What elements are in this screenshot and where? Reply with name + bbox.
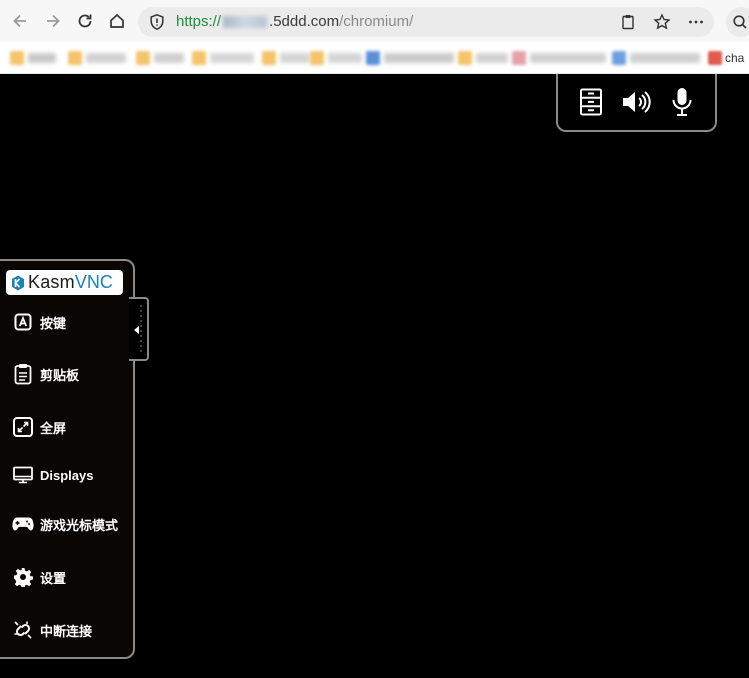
menu-item-label: 中断连接 [40,623,93,639]
folder-icon [310,51,324,65]
bookmark-label-blur [328,53,362,63]
bookmark-star-button[interactable] [652,12,672,32]
menu-item-label: 剪贴板 [40,367,80,383]
folder-icon [262,51,276,65]
star-icon [653,13,671,30]
home-button[interactable] [106,10,128,32]
fullscreen-icon [12,416,34,438]
kasm-control-sidebar: Kasm VNC 按键 剪贴板 全屏 Displays 游戏光标模式 设置 中断… [0,259,135,659]
menu-item-displays[interactable]: Displays [12,464,93,486]
bookmark-item[interactable] [458,51,508,65]
microphone-icon [672,88,692,116]
bookmark-label-blur [86,53,126,63]
clipboard-page-icon [622,15,634,30]
file-cabinet-icon [579,88,602,116]
forward-arrow-icon [47,14,60,28]
clipboard-icon [12,363,34,385]
url-scheme: https:// [176,13,222,30]
reader-clipboard-button[interactable] [618,12,638,32]
grip-dots [140,305,142,355]
kasm-logo-icon [12,275,24,290]
menu-item-label: 按键 [40,315,67,331]
collapse-arrow-icon [134,326,139,334]
address-bar-actions [618,12,706,32]
menu-item-disconnect[interactable]: 中断连接 [12,619,92,641]
site-favicon-icon [366,51,380,65]
url-path: /chromium/ [339,13,414,30]
forward-button[interactable] [42,10,64,32]
bookmark-item[interactable]: cha [708,51,744,65]
bookmark-label-blur [210,53,254,63]
bookmark-item[interactable] [612,51,700,65]
more-dots-icon [689,20,703,24]
site-favicon-icon [612,51,626,65]
search-icon [733,15,747,29]
speaker-icon [623,91,652,113]
logo-text-vnc: VNC [74,272,113,292]
site-favicon-icon [512,51,526,65]
more-menu-button[interactable] [686,12,706,32]
bookmark-item[interactable] [10,51,56,65]
menu-item-label: 游戏光标模式 [40,517,119,533]
monitor-icon [12,464,34,486]
kasm-top-control-panel [556,74,717,132]
bookmark-label-blur [384,53,454,63]
bookmark-label-blur [280,53,310,63]
microphone-toggle-button[interactable] [666,86,698,118]
menu-item-label: Displays [40,467,94,483]
menu-item-label: 设置 [40,570,67,586]
bookmarks-bar: cha [0,42,749,74]
keyboard-a-icon [12,311,34,333]
site-info-shield-icon[interactable] [148,13,166,31]
url-host: .5ddd.com [269,13,340,30]
folder-icon [192,51,206,65]
bookmark-item[interactable] [68,51,126,65]
menu-item-clipboard[interactable]: 剪贴板 [12,363,79,385]
home-icon [110,13,124,28]
bookmark-label-blur [630,53,700,63]
audio-toggle-button[interactable] [620,86,652,118]
bookmark-item[interactable] [512,51,606,65]
folder-icon [136,51,150,65]
bookmark-item[interactable] [310,51,362,65]
folder-icon [68,51,82,65]
bookmark-item[interactable] [136,51,184,65]
bookmark-label-blur [476,53,508,63]
site-favicon-icon [708,51,722,65]
logo-text-kasm: Kasm [28,272,75,292]
bookmark-label-blur [154,53,184,63]
url-text[interactable]: https:// .5ddd.com/chromium/ [176,13,413,30]
gamepad-icon [12,513,34,535]
back-button[interactable] [9,10,31,32]
sidebar-collapse-handle[interactable] [129,297,149,361]
bookmark-label-blur [28,53,56,63]
gear-icon [12,566,34,588]
file-manager-button[interactable] [575,86,607,118]
bookmark-item[interactable] [366,51,454,65]
menu-item-fullscreen[interactable]: 全屏 [12,416,66,438]
url-redacted-blur [223,16,268,29]
browser-toolbar: https:// .5ddd.com/chromium/ [0,0,749,42]
reload-button[interactable] [74,10,96,32]
search-box[interactable] [726,7,749,37]
folder-icon [458,51,472,65]
menu-item-settings[interactable]: 设置 [12,566,66,588]
back-arrow-icon [13,14,26,28]
kasmvnc-logo: Kasm VNC [6,270,123,295]
folder-icon [10,51,24,65]
menu-item-keys[interactable]: 按键 [12,311,66,333]
bookmark-item[interactable] [262,51,310,65]
bookmark-label-blur [530,53,606,63]
menu-item-label: 全屏 [40,420,67,436]
bookmark-label: cha [725,51,745,65]
disconnect-icon [12,619,34,641]
address-bar[interactable]: https:// .5ddd.com/chromium/ [138,7,714,37]
bookmark-item[interactable] [192,51,254,65]
menu-item-game-cursor-mode[interactable]: 游戏光标模式 [12,513,118,535]
reload-icon [78,14,92,28]
